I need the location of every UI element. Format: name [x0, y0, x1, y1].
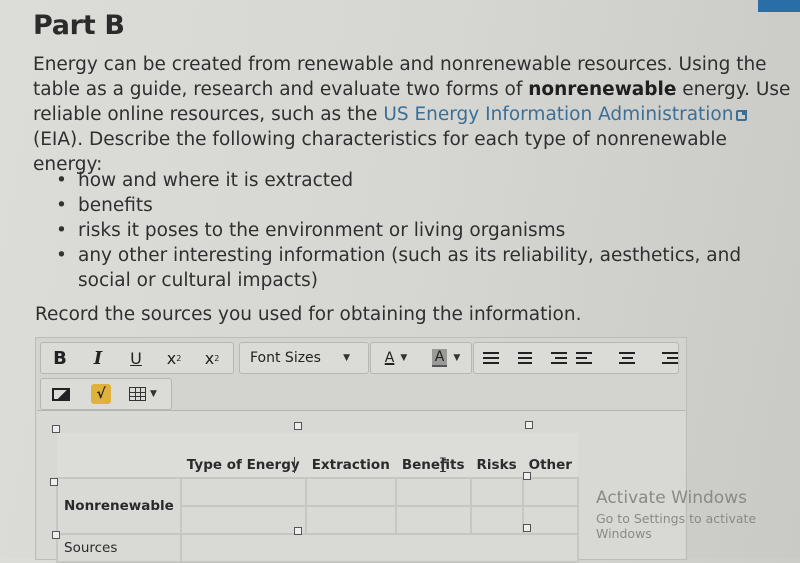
header-cell: Extraction	[305, 433, 396, 478]
color-group: A ▼ A ▼	[370, 342, 472, 374]
bold-button[interactable]: B	[41, 344, 79, 372]
chevron-down-icon: ▼	[150, 389, 157, 399]
font-color-icon: A	[384, 350, 395, 366]
mouse-ibeam-cursor: I	[439, 453, 447, 477]
indent-icon	[551, 352, 567, 354]
bullet-list-button[interactable]	[474, 344, 508, 372]
watermark-subtitle: Go to Settings to activate Windows	[596, 511, 757, 541]
table-cell[interactable]	[469, 505, 524, 535]
resize-handle[interactable]	[294, 422, 302, 430]
eia-link[interactable]: US Energy Information Administration	[383, 104, 733, 125]
table-cell[interactable]	[521, 477, 579, 507]
font-sizes-label: Font Sizes	[250, 350, 321, 366]
insert-table-button[interactable]: ▼	[121, 380, 165, 408]
intro-bold: nonrenewable	[528, 79, 677, 100]
paragraph-group	[473, 342, 679, 374]
table-cell[interactable]	[394, 505, 472, 535]
underline-button[interactable]: U	[117, 344, 155, 372]
insert-group: √ ▼	[40, 378, 172, 410]
characteristics-list: how and where it is extracted benefits r…	[56, 168, 776, 293]
format-group: B I U x2 x2	[40, 342, 234, 374]
external-link-icon[interactable]	[736, 110, 748, 121]
text-cursor	[294, 457, 295, 473]
header-cell: Risks	[470, 433, 523, 478]
table-cell[interactable]	[469, 477, 524, 507]
instructions-paragraph: Energy can be created from renewable and…	[33, 52, 793, 177]
numbered-list-button[interactable]	[508, 344, 542, 372]
header-cell	[57, 433, 181, 478]
table-cell[interactable]	[179, 505, 307, 535]
italic-button[interactable]: I	[79, 344, 117, 372]
list-item: benefits	[56, 193, 776, 218]
subscript-icon: x	[204, 348, 215, 368]
energy-table: Type of Energy Extraction Benefits Risks…	[56, 433, 579, 563]
header-cell: Type of Energy	[180, 433, 306, 478]
align-left-icon	[576, 352, 592, 354]
font-sizes-dropdown[interactable]: Font Sizes ▼	[240, 344, 360, 372]
numbered-list-icon	[518, 352, 532, 354]
font-color-button[interactable]: A ▼	[371, 344, 421, 372]
rich-text-editor: B I U x2 x2 Font Sizes ▼ A ▼ A ▼ √ ▼ Typ…	[35, 337, 687, 563]
editor-content-area[interactable]: Type of Energy Extraction Benefits Risks…	[37, 410, 685, 563]
header-cell: Benefits	[395, 433, 471, 478]
list-item: how and where it is extracted	[56, 168, 776, 193]
align-right-button[interactable]	[644, 344, 678, 372]
watermark-title: Activate Windows	[596, 488, 747, 508]
chevron-down-icon: ▼	[453, 353, 461, 363]
align-right-icon	[662, 352, 678, 354]
superscript-button[interactable]: x2	[155, 344, 193, 372]
table-cell[interactable]	[179, 477, 307, 507]
resize-handle[interactable]	[50, 478, 58, 486]
math-icon: √	[91, 384, 111, 404]
activate-windows-watermark: Activate Windows Go to Settings to activ…	[596, 488, 800, 541]
align-left-button[interactable]	[576, 344, 610, 372]
table-cell[interactable]	[394, 477, 472, 507]
superscript-icon: x	[166, 348, 177, 368]
superscript-mark: 2	[176, 353, 182, 363]
highlight-icon: A	[431, 349, 448, 367]
table-cell[interactable]	[304, 505, 397, 535]
highlight-color-button[interactable]: A ▼	[421, 344, 471, 372]
align-center-icon	[619, 352, 635, 354]
window-corner	[758, 0, 800, 12]
list-item: any other interesting information (such …	[56, 243, 776, 293]
table-cell[interactable]	[304, 477, 397, 507]
resize-handle[interactable]	[525, 421, 533, 429]
subscript-mark: 2	[214, 353, 220, 363]
image-icon	[52, 387, 70, 401]
table-header-row: Type of Energy Extraction Benefits Risks…	[57, 433, 578, 478]
math-button[interactable]: √	[81, 380, 121, 408]
section-title: Part B	[33, 10, 125, 41]
list-item: risks it poses to the environment or liv…	[56, 218, 776, 243]
table-row: Nonrenewable	[56, 477, 579, 535]
indent-button[interactable]	[542, 344, 576, 372]
resize-handle[interactable]	[52, 531, 60, 539]
resize-handle[interactable]	[523, 472, 531, 480]
record-sources-text: Record the sources you used for obtainin…	[35, 304, 582, 325]
insert-image-button[interactable]	[41, 380, 81, 408]
row-label-nonrenewable: Nonrenewable	[56, 477, 182, 535]
subscript-button[interactable]: x2	[193, 344, 231, 372]
bullet-list-icon	[483, 352, 499, 354]
resize-handle[interactable]	[52, 425, 60, 433]
chevron-down-icon: ▼	[343, 353, 350, 363]
chevron-down-icon: ▼	[400, 353, 408, 363]
align-center-button[interactable]	[610, 344, 644, 372]
resize-handle[interactable]	[294, 527, 302, 535]
resize-handle[interactable]	[523, 524, 531, 532]
table-icon	[129, 387, 147, 401]
font-size-group: Font Sizes ▼	[239, 342, 369, 374]
